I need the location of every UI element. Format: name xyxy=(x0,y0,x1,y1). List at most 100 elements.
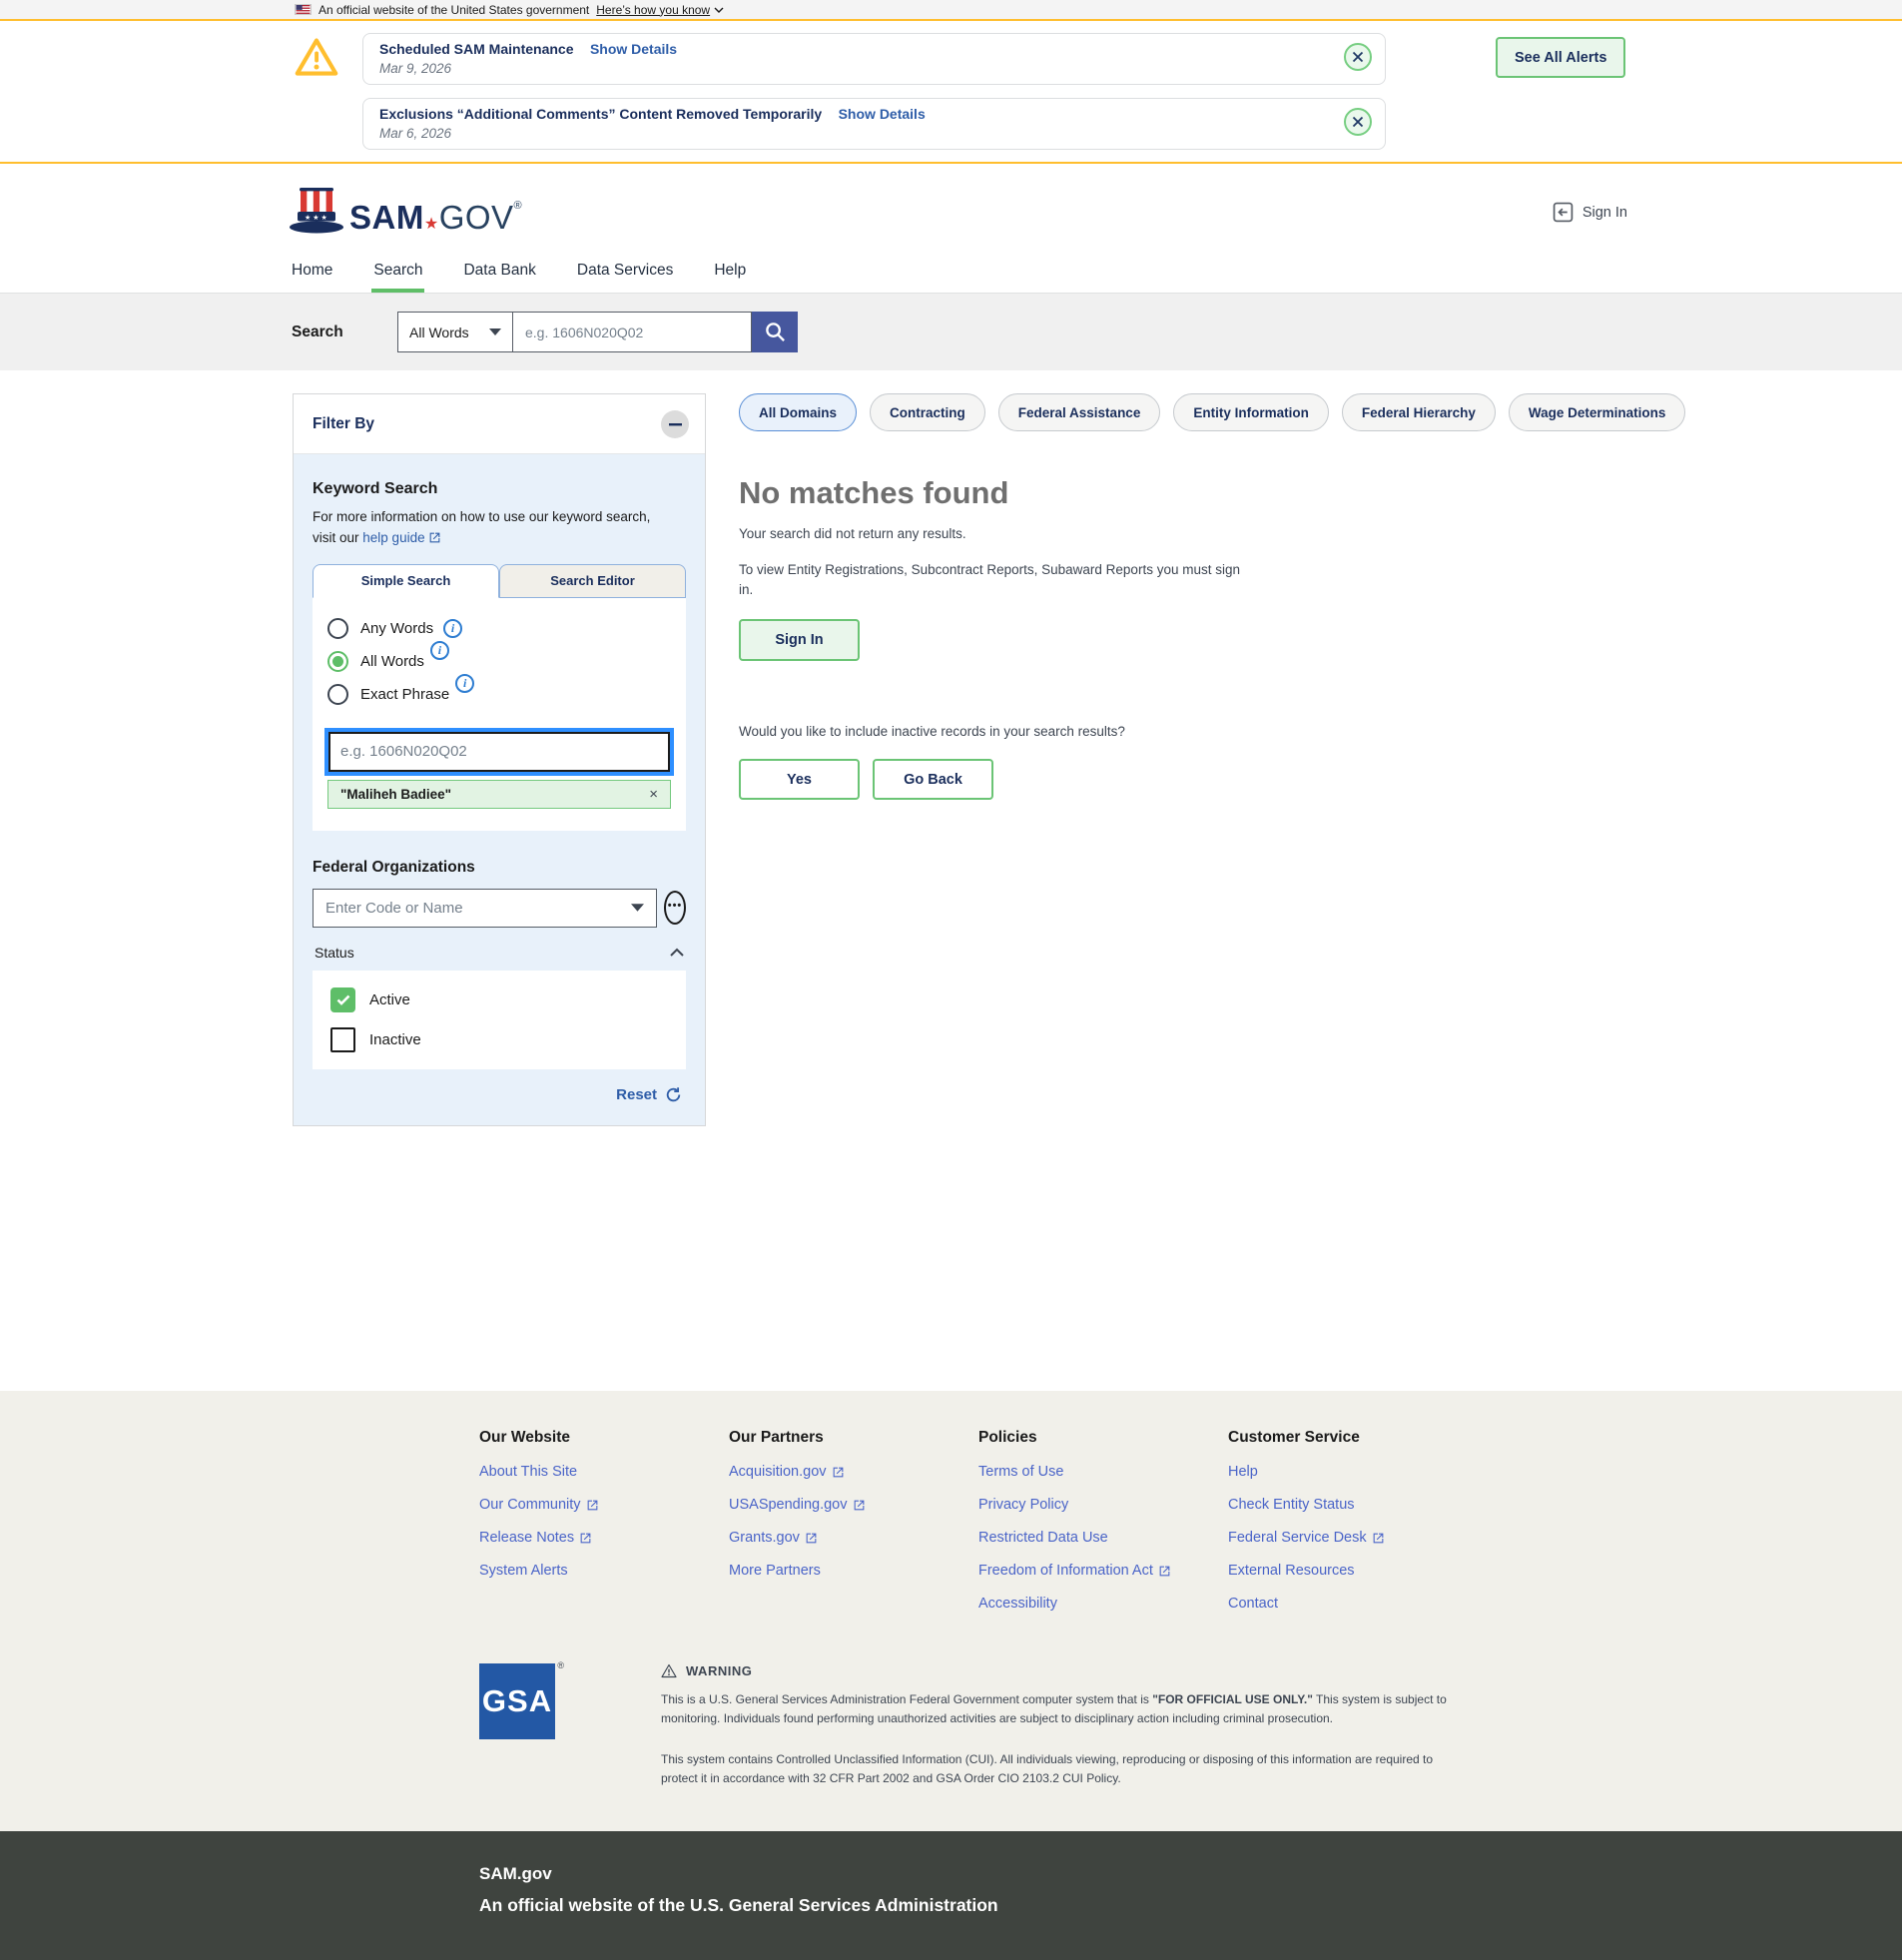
identifier-footer: SAM.gov An official website of the U.S. … xyxy=(0,1831,1902,1960)
caret-down-icon xyxy=(489,328,501,335)
footer-link-release-notes[interactable]: Release Notes xyxy=(479,1530,729,1546)
include-inactive-question: Would you like to include inactive recor… xyxy=(739,724,1587,739)
pill-federal-hierarchy[interactable]: Federal Hierarchy xyxy=(1342,393,1496,431)
footer-column-our-partners: Our Partners Acquisition.gov USASpending… xyxy=(729,1429,978,1612)
show-details-link[interactable]: Show Details xyxy=(590,41,677,57)
sam-gov-logo[interactable]: ★ ★ ★ SAM★GOV® xyxy=(290,188,522,234)
help-guide-link[interactable]: help guide xyxy=(362,530,441,545)
check-icon xyxy=(336,994,350,1005)
status-option-active[interactable]: Active xyxy=(330,987,668,1012)
footer-link-check-entity-status[interactable]: Check Entity Status xyxy=(1228,1497,1478,1513)
footer-site-name: SAM.gov xyxy=(479,1864,1902,1884)
radio-all-words[interactable] xyxy=(327,651,348,672)
page-footer: Our Website About This Site Our Communit… xyxy=(0,1391,1902,1960)
nav-item-help[interactable]: Help xyxy=(712,251,748,293)
checkbox-inactive[interactable] xyxy=(330,1027,355,1052)
logo-star-icon: ★ xyxy=(424,216,439,233)
search-mode-select[interactable]: All Words xyxy=(397,312,513,352)
footer-link-columns: Our Website About This Site Our Communit… xyxy=(0,1391,1902,1637)
show-details-link[interactable]: Show Details xyxy=(839,106,926,122)
pill-contracting[interactable]: Contracting xyxy=(870,393,985,431)
footer-column-heading: Customer Service xyxy=(1228,1429,1478,1447)
footer-link-terms-of-use[interactable]: Terms of Use xyxy=(978,1464,1228,1480)
radio-any-words-label: Any Words xyxy=(360,620,433,637)
footer-link-acquisition-gov[interactable]: Acquisition.gov xyxy=(729,1464,978,1480)
footer-link-system-alerts[interactable]: System Alerts xyxy=(479,1563,729,1579)
nav-item-search[interactable]: Search xyxy=(371,251,424,293)
federal-org-combobox[interactable]: Enter Code or Name xyxy=(313,889,657,928)
alerts-section: Scheduled SAM Maintenance Show Details M… xyxy=(0,21,1902,164)
gsa-registered-mark: ® xyxy=(557,1660,564,1670)
uncle-sam-hat-icon: ★ ★ ★ xyxy=(290,188,343,234)
footer-link-restricted-data-use[interactable]: Restricted Data Use xyxy=(978,1530,1228,1546)
us-flag-icon xyxy=(295,4,312,15)
reset-refresh-icon xyxy=(665,1086,682,1103)
footer-link-federal-service-desk[interactable]: Federal Service Desk xyxy=(1228,1530,1478,1546)
alert-item: Exclusions “Additional Comments” Content… xyxy=(362,98,1386,150)
footer-link-accessibility[interactable]: Accessibility xyxy=(978,1596,1228,1612)
footer-link-help[interactable]: Help xyxy=(1228,1464,1478,1480)
sign-in-button[interactable]: Sign In xyxy=(739,619,860,661)
radio-exact-phrase[interactable] xyxy=(327,684,348,705)
info-icon[interactable]: i xyxy=(455,674,474,693)
usa-gov-banner: An official website of the United States… xyxy=(0,0,1902,21)
footer-link-more-partners[interactable]: More Partners xyxy=(729,1563,978,1579)
no-matches-heading: No matches found xyxy=(739,475,1587,511)
filter-panel: Filter By Keyword Search For more inform… xyxy=(293,393,706,1126)
global-search-input[interactable] xyxy=(513,312,752,352)
chip-remove-icon[interactable]: × xyxy=(649,787,658,802)
nav-item-data-services[interactable]: Data Services xyxy=(575,251,675,293)
see-all-alerts-button[interactable]: See All Alerts xyxy=(1496,37,1625,78)
status-section-toggle[interactable]: Status xyxy=(313,945,686,961)
keyword-help-text: For more information on how to use our k… xyxy=(313,507,672,549)
checkbox-active-label: Active xyxy=(369,991,410,1008)
keyword-search-input[interactable] xyxy=(328,732,670,772)
footer-agency-line: An official website of the U.S. General … xyxy=(479,1895,1902,1916)
filter-panel-title: Filter By xyxy=(313,415,374,433)
footer-link-external-resources[interactable]: External Resources xyxy=(1228,1563,1478,1579)
external-link-icon xyxy=(832,1466,845,1479)
footer-link-foia[interactable]: Freedom of Information Act xyxy=(978,1563,1228,1579)
yes-button[interactable]: Yes xyxy=(739,759,860,800)
global-search-bar: Search All Words xyxy=(0,294,1902,370)
status-heading: Status xyxy=(315,945,354,961)
pill-all-domains[interactable]: All Domains xyxy=(739,393,857,431)
checkbox-active[interactable] xyxy=(330,987,355,1012)
footer-link-about-this-site[interactable]: About This Site xyxy=(479,1464,729,1480)
alert-close-button[interactable] xyxy=(1344,108,1372,136)
simple-search-panel: Any Words i All Words i Exact Phrase i "… xyxy=(313,598,686,831)
footer-link-grants-gov[interactable]: Grants.gov xyxy=(729,1530,978,1546)
pill-entity-information[interactable]: Entity Information xyxy=(1173,393,1329,431)
alert-list: Scheduled SAM Maintenance Show Details M… xyxy=(362,33,1386,150)
federal-org-more-button[interactable]: ••• xyxy=(664,891,686,925)
footer-column-heading: Our Website xyxy=(479,1429,729,1447)
nav-item-home[interactable]: Home xyxy=(290,251,334,293)
footer-link-contact[interactable]: Contact xyxy=(1228,1596,1478,1612)
footer-link-privacy-policy[interactable]: Privacy Policy xyxy=(978,1497,1228,1513)
footer-link-usaspending-gov[interactable]: USASpending.gov xyxy=(729,1497,978,1513)
main-navigation: Home Search Data Bank Data Services Help xyxy=(0,251,1902,294)
sign-in-link[interactable]: Sign In xyxy=(1553,202,1627,223)
external-link-icon xyxy=(1158,1565,1171,1578)
tab-simple-search[interactable]: Simple Search xyxy=(313,564,499,598)
footer-link-our-community[interactable]: Our Community xyxy=(479,1497,729,1513)
collapse-filters-button[interactable] xyxy=(661,410,689,438)
search-submit-button[interactable] xyxy=(752,312,798,352)
pill-wage-determinations[interactable]: Wage Determinations xyxy=(1509,393,1686,431)
pill-federal-assistance[interactable]: Federal Assistance xyxy=(998,393,1161,431)
tab-search-editor[interactable]: Search Editor xyxy=(499,564,686,598)
radio-all-words-label: All Words xyxy=(360,653,424,670)
search-label: Search xyxy=(292,324,397,341)
radio-any-words[interactable] xyxy=(327,618,348,639)
nav-item-data-bank[interactable]: Data Bank xyxy=(461,251,537,293)
close-icon xyxy=(1352,116,1364,128)
svg-text:★ ★ ★: ★ ★ ★ xyxy=(305,214,327,222)
reset-filters-link[interactable]: Reset xyxy=(313,1069,686,1103)
go-back-button[interactable]: Go Back xyxy=(873,759,993,800)
heres-how-you-know-link[interactable]: Here’s how you know xyxy=(596,3,724,17)
info-icon[interactable]: i xyxy=(443,619,462,638)
status-option-inactive[interactable]: Inactive xyxy=(330,1027,668,1052)
info-icon[interactable]: i xyxy=(430,641,449,660)
alert-close-button[interactable] xyxy=(1344,43,1372,71)
footer-column-heading: Our Partners xyxy=(729,1429,978,1447)
